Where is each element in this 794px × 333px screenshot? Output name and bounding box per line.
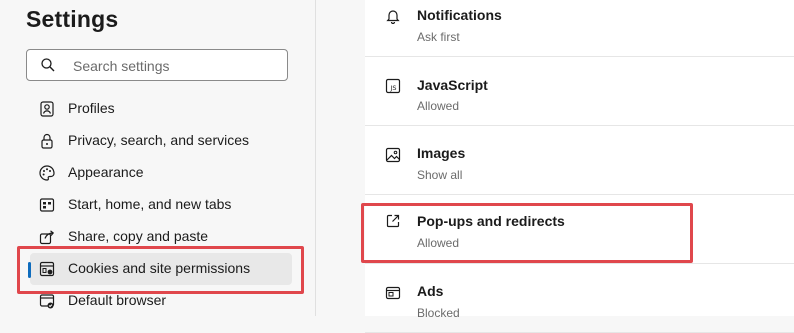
profiles-icon	[40, 101, 54, 117]
permission-row-javascript[interactable]: JS JavaScript Allowed	[365, 57, 794, 126]
cookies-permissions-icon	[39, 261, 55, 277]
permission-status: Ask first	[417, 30, 460, 44]
permission-title: Notifications	[417, 7, 502, 23]
permission-title: Pop-ups and redirects	[417, 213, 565, 229]
permission-status: Blocked	[417, 306, 460, 320]
sidebar-item-appearance[interactable]: Appearance	[30, 157, 292, 189]
search-placeholder: Search settings	[73, 58, 170, 74]
palette-icon	[39, 165, 55, 181]
page-title: Settings	[26, 6, 119, 32]
sidebar-item-label: Default browser	[68, 292, 167, 308]
sidebar-item-label: Cookies and site permissions	[68, 260, 251, 276]
permission-row-images[interactable]: Images Show all	[365, 126, 794, 195]
sidebar-item-cookies[interactable]: Cookies and site permissions	[28, 253, 292, 285]
permission-status: Show all	[417, 168, 463, 182]
permission-status: Allowed	[417, 236, 460, 250]
image-icon	[385, 147, 401, 163]
permission-row-ads[interactable]: Ads Blocked	[365, 264, 794, 333]
permission-row-popups[interactable]: Pop-ups and redirects Allowed	[365, 195, 794, 264]
svg-text:JS: JS	[389, 84, 396, 92]
share-icon	[39, 230, 55, 245]
permissions-list: Notifications Ask first JS JavaScript Al…	[365, 0, 794, 333]
sidebar-item-privacy[interactable]: Privacy, search, and services	[30, 125, 292, 157]
permission-status: Allowed	[417, 99, 460, 113]
external-link-icon	[386, 214, 400, 228]
search-input[interactable]: Search settings	[26, 49, 288, 81]
home-tabs-icon	[39, 198, 55, 212]
content-gutter	[316, 0, 365, 316]
sidebar-item-label: Appearance	[68, 164, 144, 180]
sidebar-item-default-browser[interactable]: Default browser	[30, 285, 292, 317]
default-browser-icon	[39, 294, 55, 309]
sidebar-item-label: Profiles	[68, 100, 115, 116]
javascript-icon: JS	[385, 78, 401, 94]
sidebar-item-label: Share, copy and paste	[68, 228, 209, 244]
permission-row-notifications[interactable]: Notifications Ask first	[365, 0, 794, 57]
permission-title: JavaScript	[417, 77, 488, 93]
ads-icon	[385, 286, 401, 300]
sidebar-item-label: Privacy, search, and services	[68, 132, 250, 148]
active-indicator	[28, 262, 31, 278]
lock-icon	[41, 133, 53, 149]
search-icon	[41, 58, 55, 72]
settings-sidebar: Settings Search settings Profiles Privac…	[0, 0, 315, 316]
sidebar-item-share[interactable]: Share, copy and paste	[30, 221, 292, 253]
permission-title: Images	[417, 145, 466, 161]
sidebar-item-start-home[interactable]: Start, home, and new tabs	[30, 189, 292, 221]
sidebar-item-profiles[interactable]: Profiles	[30, 93, 292, 125]
sidebar-item-label: Start, home, and new tabs	[68, 196, 232, 212]
permission-title: Ads	[417, 283, 444, 299]
bell-icon	[386, 10, 400, 24]
